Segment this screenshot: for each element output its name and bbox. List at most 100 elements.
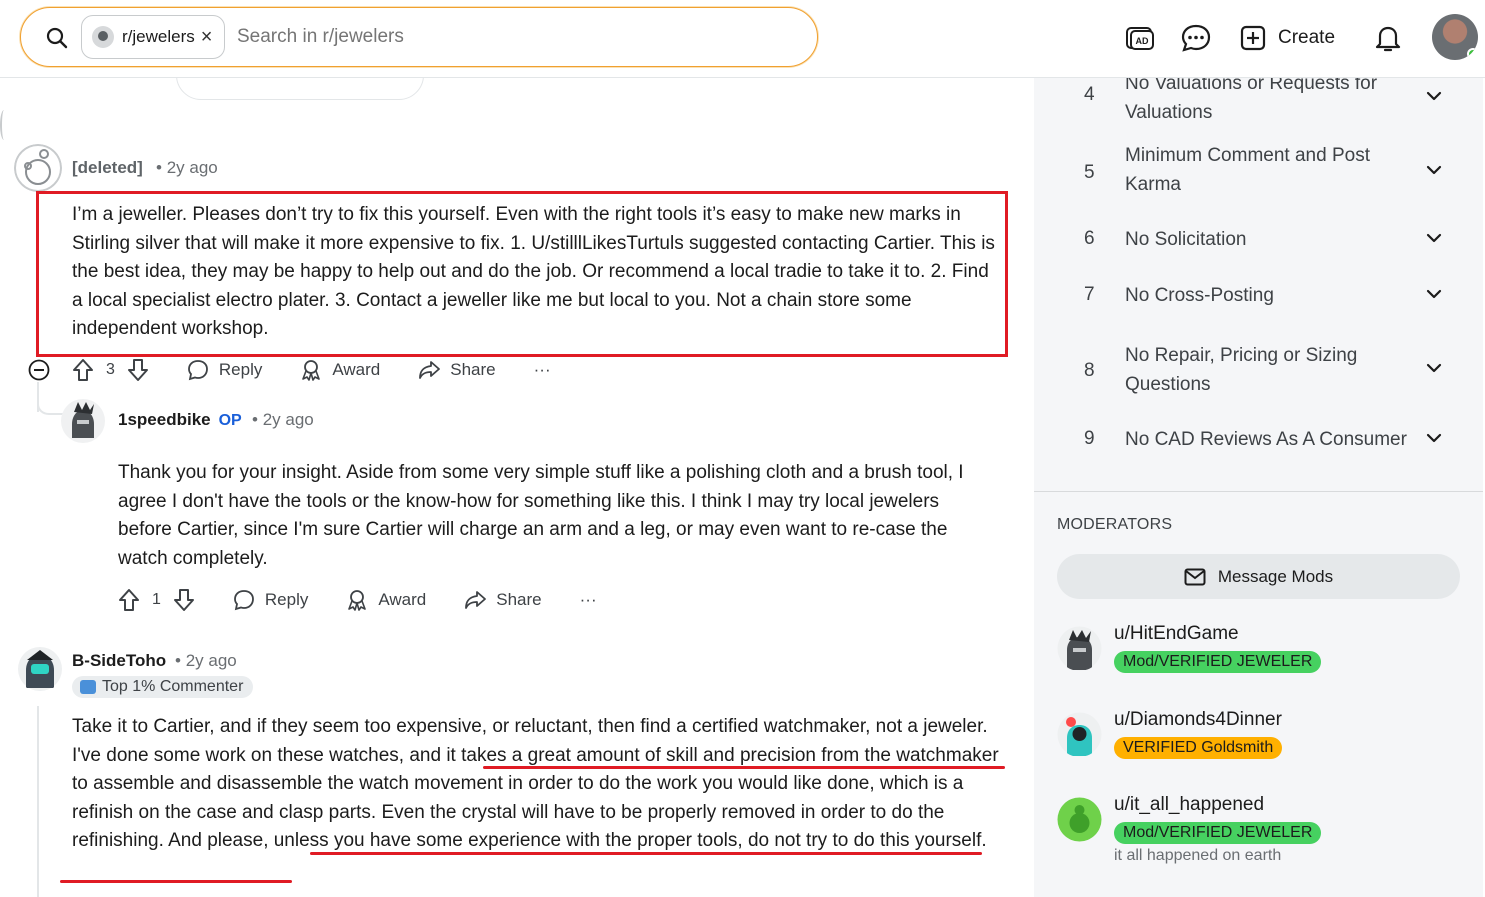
- collapse-icon[interactable]: [28, 359, 50, 381]
- sidebar-divider: [1034, 491, 1483, 492]
- award-icon: [302, 360, 321, 381]
- comment-author[interactable]: B-SideToho: [72, 651, 166, 671]
- vote-count: 3: [106, 361, 115, 378]
- comment-time: • 2y ago: [252, 410, 314, 429]
- rule-number: 4: [1084, 84, 1095, 105]
- comment-body: Take it to Cartier, and if they seem too…: [72, 716, 999, 852]
- downvote-icon[interactable]: [127, 358, 149, 382]
- user-avatar-bsidetoho: [18, 647, 62, 691]
- share-button[interactable]: Share: [464, 589, 542, 611]
- comment-time: • 2y ago: [175, 651, 237, 670]
- collapsed-thread-edge: [0, 110, 8, 140]
- close-icon[interactable]: ×: [201, 26, 213, 49]
- message-mods-label: Message Mods: [1217, 566, 1334, 586]
- rule-item[interactable]: 8 No Repair, Pricing or Sizing Questions: [1034, 342, 1483, 402]
- upvote-icon[interactable]: [118, 588, 140, 612]
- chevron-down-icon[interactable]: [1424, 160, 1444, 180]
- user-flair: Mod/VERIFIED JEWELER: [1114, 651, 1322, 673]
- deleted-user-avatar: [14, 144, 62, 192]
- chevron-down-icon[interactable]: [1424, 428, 1444, 448]
- more-options-button[interactable]: ···: [534, 360, 551, 380]
- moderator-avatar: [1057, 626, 1102, 671]
- rule-label: No CAD Reviews As A Consumer: [1125, 429, 1407, 450]
- community-avatar-icon: [92, 26, 114, 48]
- share-button[interactable]: Share: [418, 359, 496, 381]
- comment-body: I’m a jeweller. Pleases don’t try to fix…: [72, 204, 995, 340]
- highlight-underline: [60, 880, 292, 883]
- user-avatar-1speedbike: [61, 399, 105, 443]
- search-input[interactable]: [237, 26, 777, 48]
- rule-item[interactable]: 9 No CAD Reviews As A Consumer: [1034, 428, 1483, 458]
- plus-icon: [1240, 25, 1266, 51]
- chat-icon[interactable]: [1180, 22, 1212, 54]
- more-label: ···: [533, 360, 551, 379]
- moderator-name[interactable]: u/Diamonds4Dinner: [1114, 709, 1282, 731]
- notification-bell-icon[interactable]: [1372, 22, 1404, 54]
- moderator-avatar: [1057, 712, 1102, 757]
- rule-number: 5: [1084, 162, 1095, 183]
- user-avatar[interactable]: [1432, 14, 1478, 60]
- rule-number: 7: [1084, 284, 1095, 305]
- moderator-subtitle: it all happened on earth: [1114, 847, 1282, 864]
- chevron-down-icon[interactable]: [1424, 86, 1444, 106]
- comment-author[interactable]: [deleted]: [72, 158, 143, 178]
- comment-author[interactable]: 1speedbike OP: [118, 410, 242, 430]
- vote-count: 1: [152, 591, 161, 608]
- search-bar[interactable]: r/jewelers ×: [20, 7, 818, 67]
- more-options-button[interactable]: ···: [580, 590, 597, 610]
- award-button[interactable]: Award: [346, 589, 426, 611]
- top-header: r/jewelers × AD Create: [0, 0, 1485, 78]
- downvote-icon[interactable]: [173, 588, 195, 612]
- rule-label: No Solicitation: [1125, 229, 1247, 250]
- moderator-name[interactable]: u/HitEndGame: [1114, 623, 1239, 645]
- user-flair: Mod/VERIFIED JEWELER: [1114, 822, 1322, 844]
- community-filter-chip[interactable]: r/jewelers ×: [81, 15, 225, 59]
- rule-item[interactable]: 6 No Solicitation: [1034, 228, 1483, 258]
- svg-text:AD: AD: [1136, 36, 1149, 46]
- vote-group: 3: [72, 358, 149, 382]
- share-icon: [419, 361, 441, 379]
- share-label: Share: [450, 360, 496, 379]
- moderator-item[interactable]: u/Diamonds4Dinner VERIFIED Goldsmith: [1057, 709, 1467, 782]
- message-mods-button[interactable]: Message Mods: [1057, 554, 1460, 599]
- online-status-dot: [1467, 48, 1478, 60]
- rule-number: 9: [1084, 428, 1095, 449]
- award-button[interactable]: Award: [300, 359, 380, 381]
- chevron-down-icon[interactable]: [1424, 358, 1444, 378]
- reply-icon: [234, 590, 254, 611]
- share-icon: [465, 591, 487, 609]
- moderator-item[interactable]: u/it_all_happened Mod/VERIFIED JEWELER i…: [1057, 794, 1467, 867]
- rule-label: No Valuations or Requests for Valuations: [1125, 73, 1378, 123]
- rule-number: 8: [1084, 360, 1095, 381]
- chevron-down-icon[interactable]: [1424, 228, 1444, 248]
- create-button[interactable]: Create: [1240, 20, 1335, 56]
- reply-label: Reply: [218, 360, 263, 379]
- reply-button[interactable]: Reply: [233, 589, 308, 611]
- comment-actions: 1 Reply Award Share ···: [118, 588, 635, 612]
- reply-button[interactable]: Reply: [187, 359, 262, 381]
- highlight-underline: [483, 766, 1005, 769]
- moderator-avatar: [1057, 797, 1102, 842]
- op-badge: OP: [218, 412, 242, 429]
- rule-number: 6: [1084, 228, 1095, 249]
- award-label: Award: [378, 590, 427, 609]
- award-label: Award: [332, 360, 381, 379]
- comment-body: Thank you for your insight. Aside from s…: [118, 462, 964, 569]
- moderator-name[interactable]: u/it_all_happened: [1114, 794, 1264, 816]
- top-commenter-badge: Top 1% Commenter: [72, 676, 254, 698]
- comment-time-text: 2y ago: [166, 158, 218, 177]
- reply-label: Reply: [264, 590, 309, 609]
- moderator-item[interactable]: u/HitEndGame Mod/VERIFIED JEWELER: [1057, 623, 1467, 696]
- create-label: Create: [1278, 27, 1336, 48]
- rule-item[interactable]: 5 Minimum Comment and Post Karma: [1034, 142, 1483, 202]
- author-name[interactable]: 1speedbike: [118, 410, 211, 429]
- chevron-down-icon[interactable]: [1424, 284, 1444, 304]
- advertise-icon[interactable]: AD: [1124, 22, 1156, 54]
- search-icon: [46, 27, 68, 49]
- comment-time-text: 2y ago: [262, 410, 314, 429]
- rule-item[interactable]: 7 No Cross-Posting: [1034, 284, 1483, 314]
- user-flair: VERIFIED Goldsmith: [1114, 737, 1283, 759]
- moderators-heading: MODERATORS: [1057, 516, 1173, 533]
- upvote-icon[interactable]: [72, 358, 94, 382]
- comment-actions: 3 Reply Award Share ···: [28, 358, 589, 382]
